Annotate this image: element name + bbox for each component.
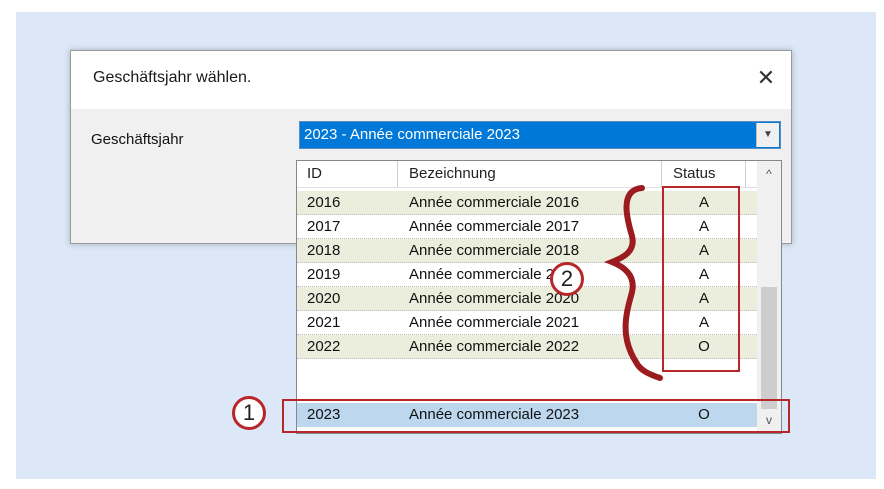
dialog-title: Geschäftsjahr wählen. [93, 69, 252, 86]
column-divider [745, 161, 746, 187]
annotation-marker-1: 1 [232, 396, 266, 430]
column-divider [661, 161, 662, 187]
row-id: 2021 [307, 314, 341, 331]
row-id: 2016 [307, 194, 341, 211]
annotation-highlight-box-2 [662, 186, 740, 372]
row-name: Année commerciale 2021 [409, 314, 580, 331]
scroll-up-icon[interactable]: ^ [757, 163, 781, 185]
fiscal-year-combobox[interactable]: 2023 - Année commerciale 2023 ▼ [299, 121, 781, 149]
column-header-id[interactable]: ID [307, 165, 322, 182]
scrollbar-thumb[interactable] [761, 287, 777, 409]
row-name: Année commerciale 2022 [409, 338, 580, 355]
vertical-scrollbar[interactable]: ^ v [757, 161, 781, 433]
row-name: Année commerciale 2020 [409, 290, 580, 307]
combobox-value: 2023 - Année commerciale 2023 [304, 126, 520, 143]
row-name: Année commerciale 2016 [409, 194, 580, 211]
annotation-marker-2: 2 [550, 262, 584, 296]
row-id: 2020 [307, 290, 341, 307]
close-icon[interactable]: ✕ [751, 63, 781, 93]
chevron-down-icon[interactable]: ▼ [756, 123, 779, 147]
row-id: 2019 [307, 266, 341, 283]
column-header-row: ID Bezeichnung Status [297, 161, 757, 188]
dialog-titlebar: Geschäftsjahr wählen. ✕ [71, 51, 791, 109]
fiscal-year-label: Geschäftsjahr [91, 131, 184, 148]
annotation-highlight-box-1 [282, 399, 790, 433]
column-header-status[interactable]: Status [673, 165, 716, 182]
row-id: 2022 [307, 338, 341, 355]
row-id: 2018 [307, 242, 341, 259]
row-name: Année commerciale 2017 [409, 218, 580, 235]
column-divider [397, 161, 398, 187]
row-id: 2017 [307, 218, 341, 235]
row-name: Année commerciale 2018 [409, 242, 580, 259]
column-header-name[interactable]: Bezeichnung [409, 165, 496, 182]
